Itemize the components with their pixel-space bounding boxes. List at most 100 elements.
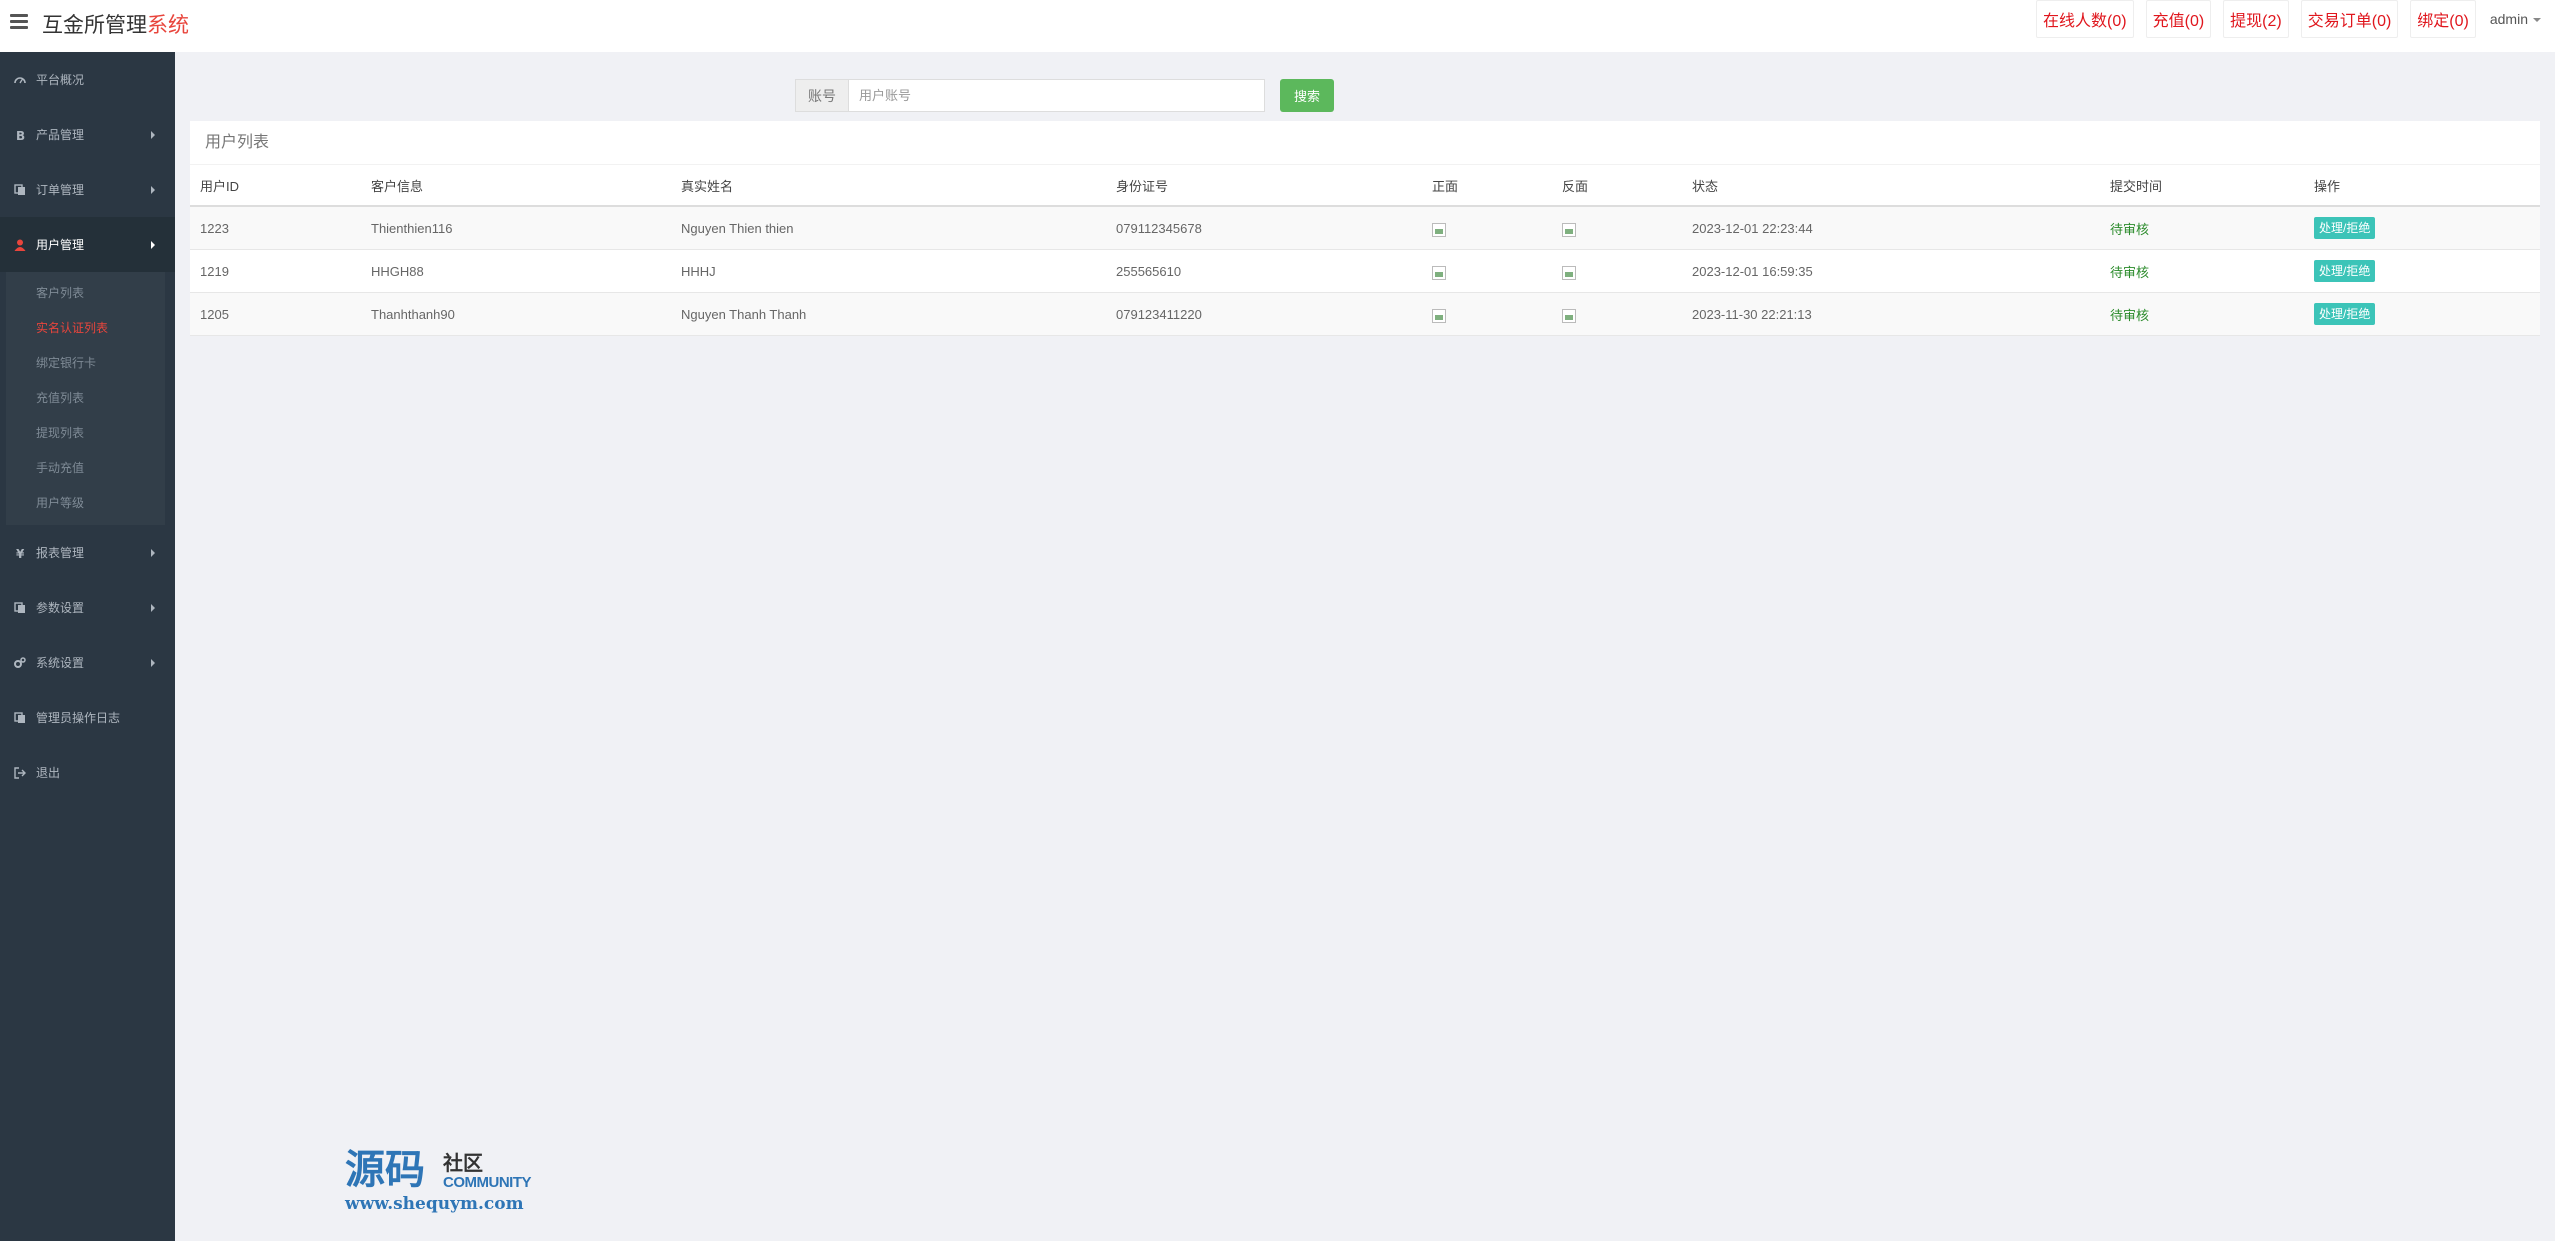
user-icon xyxy=(14,239,26,251)
sidebar-item-system-settings[interactable]: 系统设置 xyxy=(0,635,175,690)
sidebar-item-label: 管理员操作日志 xyxy=(36,711,121,725)
sidebar-item-label: 产品管理 xyxy=(36,128,85,142)
cell-status: 待审核 xyxy=(2100,292,2304,336)
sidebar-item-label: 报表管理 xyxy=(36,546,85,560)
sidebar-item-reports[interactable]: ¥ 报表管理 xyxy=(0,525,175,580)
caret-right-icon xyxy=(151,658,155,667)
watermark-url: www.shequym.com xyxy=(345,1194,524,1214)
cogs-icon xyxy=(14,656,26,669)
broken-image-icon[interactable] xyxy=(1432,266,1446,280)
cell-action: 处理/拒绝 xyxy=(2304,206,2540,250)
caret-right-icon xyxy=(151,603,155,612)
cell-front xyxy=(1422,292,1552,336)
submenu-withdraw-list[interactable]: 提现列表 xyxy=(6,416,165,451)
brand-main-text: 互金所管理 xyxy=(42,14,147,37)
user-table: 用户ID 客户信息 真实姓名 身份证号 正面 反面 状态 提交时间 操作 122… xyxy=(190,165,2540,336)
submenu-user-level[interactable]: 用户等级 xyxy=(6,486,165,521)
cell-action: 处理/拒绝 xyxy=(2304,249,2540,293)
cell-id-number: 079112345678 xyxy=(1106,206,1422,250)
broken-image-icon[interactable] xyxy=(1432,223,1446,237)
broken-image-icon[interactable] xyxy=(1432,309,1446,323)
cell-user-id: 1205 xyxy=(190,292,361,336)
column-header: 反面 xyxy=(1552,165,1682,207)
search-input[interactable] xyxy=(848,79,1265,112)
column-header: 真实姓名 xyxy=(671,165,1106,207)
sidebar-item-label: 订单管理 xyxy=(36,183,85,197)
nav-trade-orders[interactable]: 交易订单(0) xyxy=(2300,0,2399,38)
search-addon-label: 账号 xyxy=(795,79,848,112)
cell-account: HHGH88 xyxy=(361,249,671,293)
nav-online-users[interactable]: 在线人数(0) xyxy=(2036,0,2134,38)
sidebar-item-admin-log[interactable]: 管理员操作日志 xyxy=(0,690,175,745)
cell-status: 待审核 xyxy=(2100,249,2304,293)
cell-time: 2023-12-01 16:59:35 xyxy=(1682,249,2100,293)
sidebar: 平台概况 B 产品管理 订单管理 用户管理 客户列表 实名认证列表 绑定银行卡 … xyxy=(0,52,175,1241)
cell-front xyxy=(1422,206,1552,250)
broken-image-icon[interactable] xyxy=(1562,309,1576,323)
watermark-community: COMMUNITY xyxy=(443,1174,532,1191)
cell-account: Thienthien116 xyxy=(361,206,671,250)
submenu-verification-list[interactable]: 实名认证列表 xyxy=(6,311,165,346)
caret-right-icon xyxy=(151,185,155,194)
sidebar-item-users[interactable]: 用户管理 xyxy=(0,217,175,272)
nav-recharge[interactable]: 充值(0) xyxy=(2145,0,2212,38)
submenu-customer-list[interactable]: 客户列表 xyxy=(6,276,165,311)
caret-right-icon xyxy=(151,130,155,139)
cell-id-number: 079123411220 xyxy=(1106,292,1422,336)
sidebar-item-orders[interactable]: 订单管理 xyxy=(0,162,175,217)
cell-user-id: 1223 xyxy=(190,206,361,250)
column-header: 状态 xyxy=(1682,165,2100,207)
submenu-manual-recharge[interactable]: 手动充值 xyxy=(6,451,165,486)
cell-account: Thanhthanh90 xyxy=(361,292,671,336)
process-reject-button[interactable]: 处理/拒绝 xyxy=(2314,260,2376,282)
column-header: 身份证号 xyxy=(1106,165,1422,207)
copy-icon xyxy=(14,183,26,196)
process-reject-button[interactable]: 处理/拒绝 xyxy=(2314,303,2376,325)
panel-title: 用户列表 xyxy=(190,121,2540,165)
submenu-recharge-list[interactable]: 充值列表 xyxy=(6,381,165,416)
caret-down-icon xyxy=(2533,18,2541,23)
sidebar-item-logout[interactable]: 退出 xyxy=(0,745,175,800)
sidebar-item-label: 平台概况 xyxy=(36,73,85,87)
watermark-logo: 源码 社区 COMMUNITY www.shequym.com xyxy=(345,1148,532,1215)
cell-back xyxy=(1552,292,1682,336)
broken-image-icon[interactable] xyxy=(1562,223,1576,237)
table-header-row: 用户ID 客户信息 真实姓名 身份证号 正面 反面 状态 提交时间 操作 xyxy=(190,165,2540,207)
sidebar-item-label: 退出 xyxy=(36,766,61,780)
top-header: 互金所管理系统 在线人数(0) 充值(0) 提现(2) 交易订单(0) 绑定(0… xyxy=(0,0,2555,52)
column-header: 用户ID xyxy=(190,165,361,207)
cell-action: 处理/拒绝 xyxy=(2304,292,2540,336)
search-bar: 账号 搜索 xyxy=(795,79,1334,112)
brand-title: 互金所管理系统 xyxy=(42,9,189,39)
copy-icon xyxy=(14,711,26,724)
brand-accent-text: 系统 xyxy=(147,14,189,37)
cell-back xyxy=(1552,249,1682,293)
user-menu[interactable]: admin xyxy=(2490,11,2541,27)
process-reject-button[interactable]: 处理/拒绝 xyxy=(2314,217,2376,239)
search-button[interactable]: 搜索 xyxy=(1280,79,1334,112)
cell-front xyxy=(1422,249,1552,293)
submenu-bind-bank-card[interactable]: 绑定银行卡 xyxy=(6,346,165,381)
menu-toggle-icon[interactable] xyxy=(10,14,28,30)
sidebar-item-label: 系统设置 xyxy=(36,656,85,670)
cell-id-number: 255565610 xyxy=(1106,249,1422,293)
cell-user-id: 1219 xyxy=(190,249,361,293)
sidebar-item-products[interactable]: B 产品管理 xyxy=(0,107,175,162)
users-submenu: 客户列表 实名认证列表 绑定银行卡 充值列表 提现列表 手动充值 用户等级 xyxy=(6,272,165,525)
nav-withdraw[interactable]: 提现(2) xyxy=(2223,0,2289,38)
user-list-panel: 用户列表 用户ID 客户信息 真实姓名 身份证号 正面 反面 状态 提交时间 操… xyxy=(190,121,2540,336)
sidebar-item-dashboard[interactable]: 平台概况 xyxy=(0,52,175,107)
user-name: admin xyxy=(2489,11,2528,27)
nav-bind[interactable]: 绑定(0) xyxy=(2410,0,2476,38)
broken-image-icon[interactable] xyxy=(1562,266,1576,280)
sidebar-item-label: 参数设置 xyxy=(36,601,85,615)
cell-status: 待审核 xyxy=(2100,206,2304,250)
sidebar-item-label: 用户管理 xyxy=(36,238,85,252)
watermark-side: 社区 COMMUNITY xyxy=(443,1154,563,1191)
sidebar-item-parameters[interactable]: 参数设置 xyxy=(0,580,175,635)
bitcoin-icon: B xyxy=(14,129,26,141)
cell-real-name: Nguyen Thien thien xyxy=(671,206,1106,250)
cell-time: 2023-12-01 22:23:44 xyxy=(1682,206,2100,250)
watermark-small-text: 社区 xyxy=(443,1153,483,1175)
cell-real-name: HHHJ xyxy=(671,249,1106,293)
